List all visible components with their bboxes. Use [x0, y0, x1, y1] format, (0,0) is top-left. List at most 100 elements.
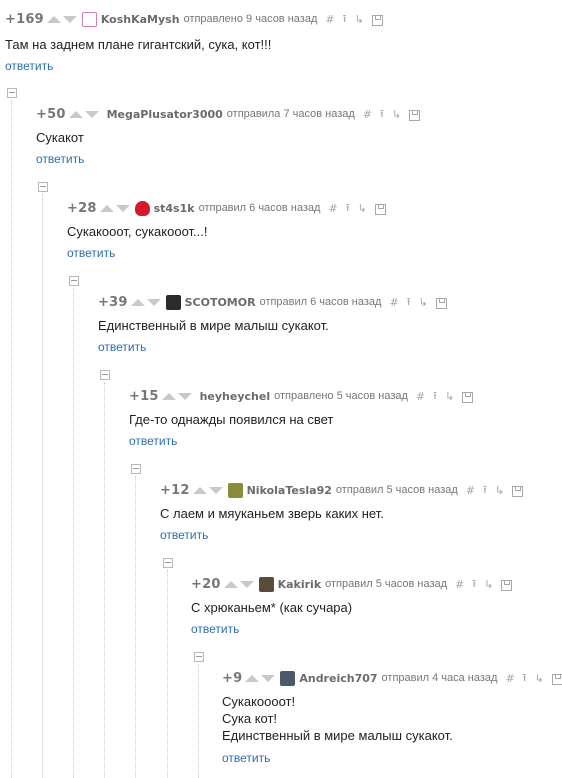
timestamp[interactable]: отправил 5 часов назад [336, 484, 458, 496]
collapse-toggle[interactable] [194, 652, 204, 662]
username[interactable]: st4s1k [154, 202, 195, 215]
arrow-up-icon[interactable]: ⭱ [523, 669, 527, 688]
collapse-toggle[interactable] [38, 182, 48, 192]
branch-icon[interactable]: ↳ [358, 202, 367, 215]
timestamp[interactable]: отправила 7 часов назад [227, 108, 355, 120]
reply-link[interactable]: ответить [67, 246, 115, 260]
comment-text: Единственный в мире малыш сукакот. [98, 318, 329, 333]
branch-icon[interactable]: ↳ [495, 484, 504, 497]
save-icon[interactable] [512, 485, 524, 497]
username[interactable]: NikolaTesla92 [247, 484, 332, 497]
username[interactable]: Andreich707 [299, 672, 377, 685]
arrow-up-icon[interactable]: ⭱ [483, 481, 487, 500]
reply-link[interactable]: ответить [5, 59, 53, 73]
save-icon[interactable] [374, 203, 386, 215]
hash-icon[interactable]: # [416, 390, 425, 403]
vote-up-icon[interactable] [68, 110, 83, 118]
save-icon[interactable] [409, 109, 421, 121]
branch-icon[interactable]: ↳ [535, 672, 544, 685]
vote-down-icon[interactable] [62, 15, 77, 23]
hash-icon[interactable]: # [505, 672, 514, 685]
branch-icon[interactable]: ↳ [354, 13, 363, 26]
save-icon[interactable] [435, 297, 447, 309]
username[interactable]: Kakirik [278, 578, 322, 591]
avatar[interactable] [134, 200, 150, 216]
vote-up-icon[interactable] [99, 204, 114, 212]
comment-text: Сукакот [36, 130, 84, 145]
reply-link[interactable]: ответить [160, 528, 208, 542]
timestamp[interactable]: отправил 6 часов назад [199, 202, 321, 214]
vote-down-icon[interactable] [177, 392, 192, 400]
timestamp[interactable]: отправил 6 часов назад [260, 296, 382, 308]
comment-rating: +39 [98, 294, 128, 310]
avatar[interactable] [227, 482, 243, 498]
collapse-toggle[interactable] [100, 370, 110, 380]
save-icon[interactable] [501, 579, 513, 591]
collapse-toggle[interactable] [69, 276, 79, 286]
reply-link[interactable]: ответить [191, 622, 239, 636]
arrow-up-icon[interactable]: ⭱ [433, 387, 437, 406]
username[interactable]: SCOTOMOR [185, 296, 256, 309]
comment-header: +12 NikolaTesla92 отправил 5 часов назад… [160, 480, 524, 500]
hash-icon[interactable]: # [325, 13, 334, 26]
timestamp[interactable]: отправлено 5 часов назад [274, 390, 408, 402]
vote-down-icon[interactable] [208, 486, 223, 494]
vote-down-icon[interactable] [115, 204, 130, 212]
vote-down-icon[interactable] [146, 298, 161, 306]
branch-icon[interactable]: ↳ [392, 108, 401, 121]
timestamp[interactable]: отправлено 9 часов назад [184, 13, 318, 25]
vote-up-icon[interactable] [223, 580, 238, 588]
vote-down-icon[interactable] [84, 110, 99, 118]
comment-rating: +15 [129, 388, 159, 404]
avatar[interactable] [258, 576, 274, 592]
vote-up-icon[interactable] [245, 674, 260, 682]
username[interactable]: heyheychel [200, 390, 271, 403]
comment-text: С хрюканьем* (как сучара) [191, 600, 353, 615]
comment-text: С лаем и мяуканьем зверь каких нет. [160, 506, 384, 521]
arrow-up-icon[interactable]: ⭱ [472, 575, 476, 594]
thread-line [104, 382, 105, 778]
arrow-up-icon[interactable]: ⭱ [343, 10, 347, 29]
save-icon[interactable] [462, 391, 474, 403]
branch-icon[interactable]: ↳ [484, 578, 493, 591]
comment-header: +28 st4s1k отправил 6 часов назад # ⭱ ↳ [67, 198, 386, 218]
vote-up-icon[interactable] [161, 392, 176, 400]
branch-icon[interactable]: ↳ [419, 296, 428, 309]
comment-header: +39 SCOTOMOR отправил 6 часов назад # ⭱ … [98, 292, 447, 312]
collapse-toggle[interactable] [163, 558, 173, 568]
timestamp[interactable]: отправил 5 часов назад [325, 578, 447, 590]
collapse-toggle[interactable] [131, 464, 141, 474]
reply-link[interactable]: ответить [129, 434, 177, 448]
vote-down-icon[interactable] [261, 674, 276, 682]
arrow-up-icon[interactable]: ⭱ [346, 199, 350, 218]
arrow-up-icon[interactable]: ⭱ [380, 105, 384, 124]
reply-link[interactable]: ответить [36, 152, 84, 166]
thread-line [198, 664, 199, 778]
vote-down-icon[interactable] [239, 580, 254, 588]
vote-up-icon[interactable] [130, 298, 145, 306]
comment-text: Сукакоооот! Сука кот! Единственный в мир… [222, 694, 453, 743]
vote-up-icon[interactable] [46, 15, 61, 23]
collapse-toggle[interactable] [7, 88, 17, 98]
reply-link[interactable]: ответить [98, 340, 146, 354]
comment-text: Сукакооот, сукакооот...! [67, 224, 208, 239]
avatar[interactable] [280, 670, 296, 686]
save-icon[interactable] [551, 673, 562, 685]
save-icon[interactable] [371, 14, 383, 26]
hash-icon[interactable]: # [466, 484, 475, 497]
username[interactable]: MegaPlusator3000 [107, 108, 223, 121]
reply-link[interactable]: ответить [222, 751, 270, 765]
hash-icon[interactable]: # [455, 578, 464, 591]
hash-icon[interactable]: # [389, 296, 398, 309]
username[interactable]: KoshKaMysh [101, 13, 180, 26]
hash-icon[interactable]: # [328, 202, 337, 215]
branch-icon[interactable]: ↳ [445, 390, 454, 403]
comment-rating: +12 [160, 482, 190, 498]
vote-up-icon[interactable] [192, 486, 207, 494]
hash-icon[interactable]: # [363, 108, 372, 121]
avatar[interactable] [165, 294, 181, 310]
comment-rating: +169 [5, 11, 44, 27]
timestamp[interactable]: отправил 4 часа назад [382, 672, 498, 684]
avatar[interactable] [81, 11, 97, 27]
arrow-up-icon[interactable]: ⭱ [407, 293, 411, 312]
